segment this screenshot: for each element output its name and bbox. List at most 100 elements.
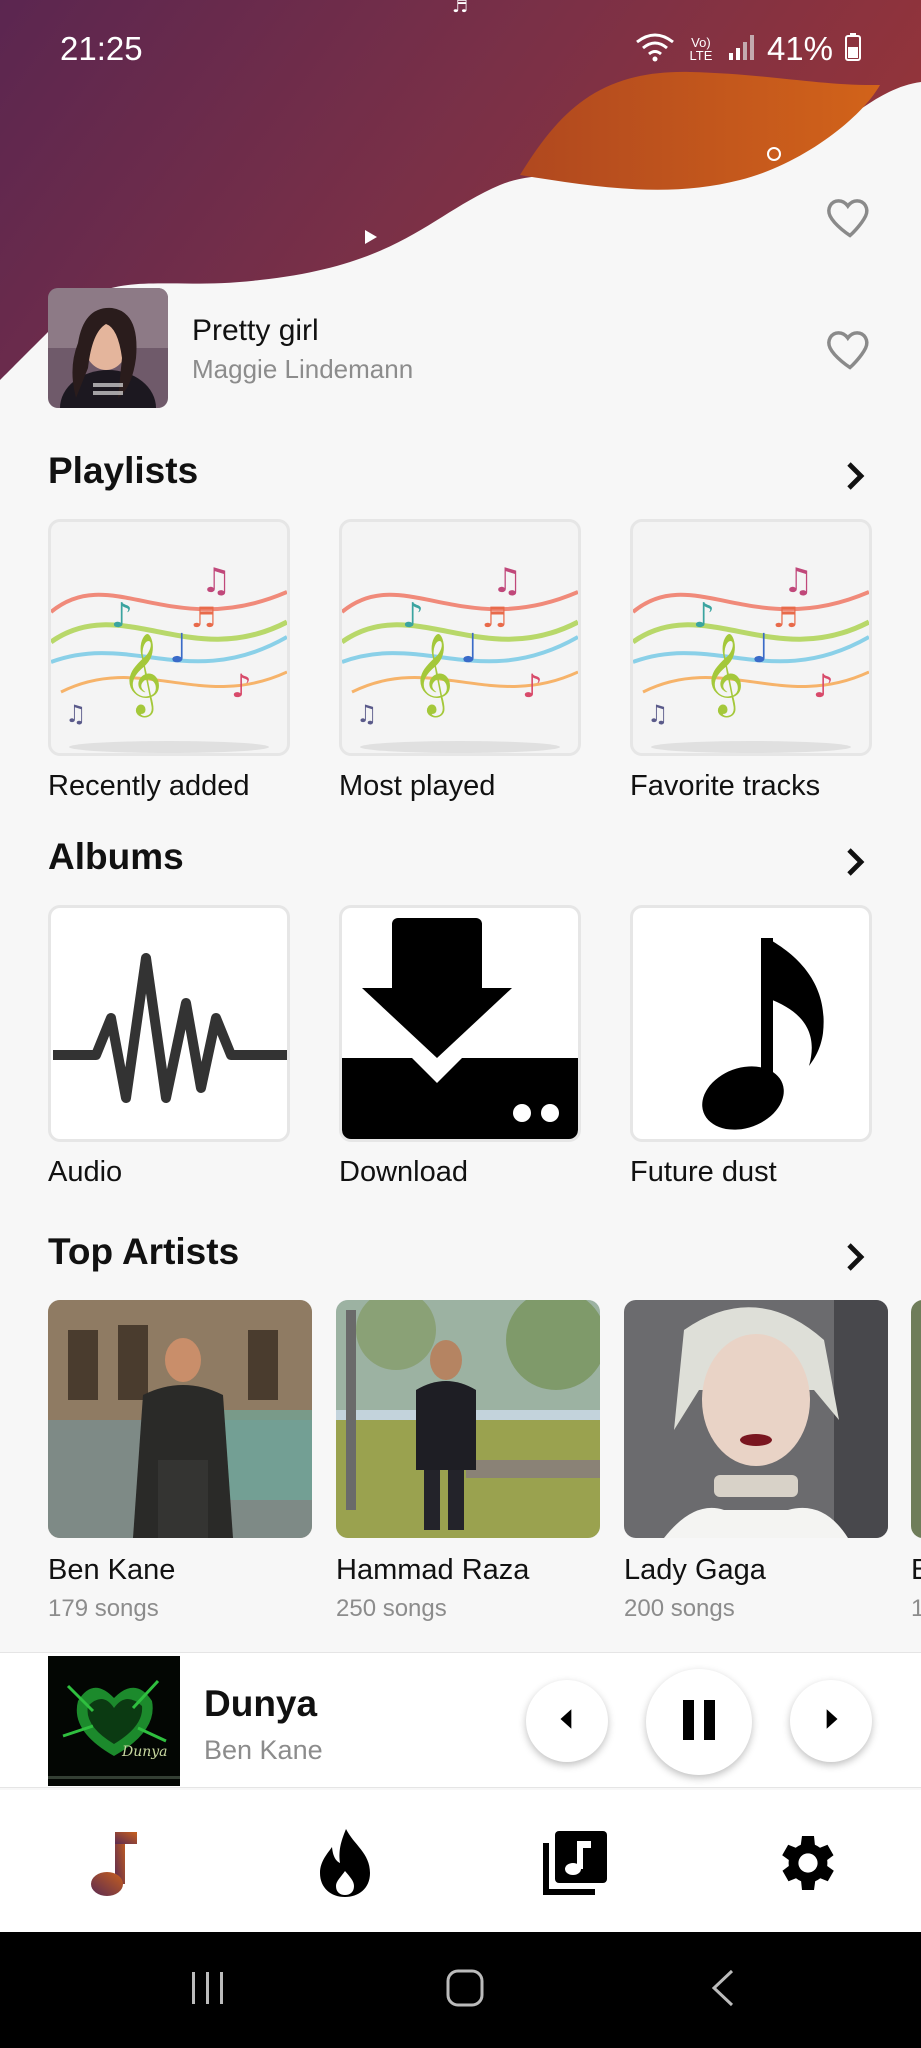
playlists-heading: Playlists [48, 450, 199, 491]
recent-apps-icon [188, 1968, 228, 2013]
system-navigation-bar [0, 1932, 921, 2048]
svg-text:♪: ♪ [693, 596, 715, 636]
signal-icon [727, 33, 755, 66]
albums-more-chevron-icon[interactable] [837, 844, 873, 880]
playlists-more-chevron-icon[interactable] [837, 458, 873, 494]
network-label: Vo) LTE [689, 35, 713, 63]
music-notes-artwork: 𝄞 ♫ ♪ ♩ ♪ ♬ ♫ [48, 519, 290, 756]
artist-photo [911, 1300, 921, 1538]
music-notes-artwork: 𝄞 ♫ ♪ ♩ ♪ ♬ ♫ [630, 519, 872, 756]
next-icon [818, 1706, 844, 1737]
like-heart-icon[interactable] [824, 322, 876, 374]
album-label: Audio [48, 1156, 123, 1188]
artist-card-lady-gaga[interactable]: Lady Gaga 200 songs [624, 1300, 888, 1623]
artist-name: Ben Kane [48, 1554, 176, 1586]
playlist-label: Recently added [48, 770, 250, 802]
now-playing-cover: Dunya [48, 1656, 180, 1786]
battery-icon [845, 32, 861, 66]
favorite-heart-icon[interactable] [824, 190, 876, 242]
pause-button[interactable] [646, 1669, 752, 1775]
artist-song-count: 250 songs [336, 1595, 447, 1622]
track-title: Pretty girl [192, 314, 319, 347]
back-button[interactable] [668, 1932, 778, 2048]
svg-text:♪: ♪ [522, 667, 542, 705]
artist-photo [48, 1300, 312, 1538]
albums-heading: Albums [48, 836, 184, 877]
artist-card-ben-kane[interactable]: Ben Kane 179 songs [48, 1300, 312, 1623]
artist-photo [336, 1300, 600, 1538]
now-playing-title: Dunya [204, 1683, 318, 1724]
battery-percent: 41% [766, 30, 833, 67]
svg-text:♫: ♫ [65, 700, 87, 728]
svg-text:♬: ♬ [191, 601, 216, 634]
previous-button[interactable] [526, 1680, 608, 1762]
bottom-tab-bar [0, 1790, 921, 1932]
previous-icon [554, 1706, 580, 1737]
tab-settings[interactable] [765, 1825, 845, 1905]
now-playing-artist: Ben Kane [204, 1735, 323, 1765]
svg-text:♩: ♩ [169, 626, 188, 672]
artist-name: Lady Gaga [624, 1554, 766, 1586]
svg-text:♪: ♪ [111, 596, 133, 636]
album-label: Download [339, 1156, 468, 1188]
top-artists-heading: Top Artists [48, 1231, 240, 1272]
fire-icon [314, 1827, 376, 1904]
artist-name: Hammad Raza [336, 1554, 530, 1586]
svg-text:♫: ♫ [647, 700, 669, 728]
mini-player[interactable]: Dunya Dunya Ben Kane [0, 1652, 921, 1788]
svg-text:𝄞: 𝄞 [412, 632, 453, 717]
svg-text:♪: ♪ [402, 596, 424, 636]
recent-apps-button[interactable] [153, 1932, 263, 2048]
svg-text:♫: ♫ [356, 700, 378, 728]
waveform-icon [48, 905, 290, 1142]
home-button[interactable] [410, 1932, 520, 2048]
cover-text: Dunya [121, 1744, 168, 1760]
tab-library[interactable] [535, 1825, 615, 1905]
status-time: 21:25 [60, 30, 143, 67]
svg-text:♩: ♩ [751, 626, 770, 672]
svg-text:♫: ♫ [492, 561, 522, 601]
back-icon [708, 1967, 738, 2014]
track-artist: Maggie Lindemann [192, 354, 414, 384]
settings-icon [769, 1827, 841, 1904]
pause-icon [679, 1698, 719, 1747]
svg-text:𝄞: 𝄞 [121, 632, 162, 717]
album-card-audio[interactable]: Audio [48, 905, 290, 1189]
track-thumbnail [48, 288, 168, 408]
download-icon [339, 905, 581, 1142]
artist-photo [624, 1300, 888, 1538]
svg-text:♪: ♪ [813, 667, 833, 705]
artist-card-hammad-raza[interactable]: Hammad Raza 250 songs [336, 1300, 600, 1623]
album-card-future-dust[interactable]: Future dust [630, 905, 872, 1189]
playlist-label: Most played [339, 770, 496, 802]
artist-song-count: 1 [911, 1595, 921, 1622]
svg-text:♫: ♫ [201, 561, 231, 601]
svg-text:♫: ♫ [783, 561, 813, 601]
playlist-label: Favorite tracks [630, 770, 821, 802]
tab-songs[interactable] [75, 1825, 155, 1905]
svg-text:♬: ♬ [773, 601, 798, 634]
album-card-download[interactable]: Download [339, 905, 581, 1189]
svg-text:♪: ♪ [231, 667, 251, 705]
artist-card-partial[interactable]: B 1 [911, 1300, 921, 1623]
wifi-icon [635, 32, 675, 67]
playlist-card-favorite-tracks[interactable]: 𝄞 ♫ ♪ ♩ ♪ ♬ ♫ Favorite tracks [630, 519, 872, 803]
playlist-card-recently-added[interactable]: 𝄞 ♫ ♪ ♩ ♪ ♬ ♫ Recently added [48, 519, 290, 803]
recent-track-row[interactable]: Pretty girl Maggie Lindemann [48, 288, 873, 408]
music-notes-artwork: 𝄞 ♫ ♪ ♩ ♪ ♬ ♫ [339, 519, 581, 756]
artists-more-chevron-icon[interactable] [837, 1239, 873, 1275]
artist-song-count: 200 songs [624, 1595, 735, 1622]
svg-text:♬: ♬ [482, 601, 507, 634]
artist-name: B [911, 1554, 921, 1586]
artist-song-count: 179 songs [48, 1595, 159, 1622]
album-label: Future dust [630, 1156, 777, 1188]
next-button[interactable] [790, 1680, 872, 1762]
playlist-card-most-played[interactable]: 𝄞 ♫ ♪ ♩ ♪ ♬ ♫ Most played [339, 519, 581, 803]
svg-text:♩: ♩ [460, 626, 479, 672]
svg-text:𝄞: 𝄞 [703, 632, 744, 717]
library-icon [539, 1827, 611, 1904]
music-note-icon [85, 1828, 145, 1903]
home-icon [444, 1967, 486, 2014]
tab-trending[interactable] [305, 1825, 385, 1905]
status-bar: 21:25 Vo) LTE 41% [0, 0, 921, 104]
